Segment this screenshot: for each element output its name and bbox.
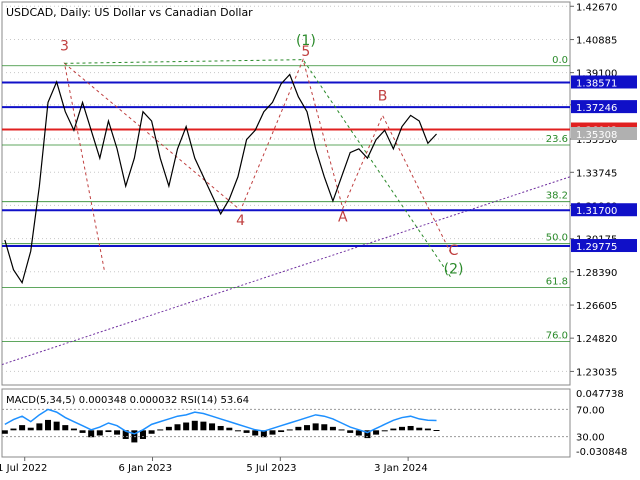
macd-bar-33 <box>286 429 293 431</box>
macd-bar-40 <box>347 430 354 433</box>
macd-bar-12 <box>105 430 112 433</box>
horizontal-levels <box>2 81 570 248</box>
wave-label-3: (1) <box>296 33 316 49</box>
macd-bar-18 <box>157 429 164 431</box>
macd-bar-4 <box>36 423 43 431</box>
badge-1.37246-text: 1.37246 <box>576 103 617 114</box>
indicator-tick-1: 70.00 <box>576 405 605 416</box>
y-tick-label-10: 1.24820 <box>576 334 617 345</box>
wave-label-5: B <box>378 89 388 105</box>
macd-bar-20 <box>174 424 181 431</box>
badge-1.38571-text: 1.38571 <box>576 78 617 89</box>
macd-bar-1 <box>10 428 17 431</box>
indicator-tick-0: 0.047738 <box>576 389 624 400</box>
price-series <box>4 73 437 285</box>
macd-bar-8 <box>70 428 77 431</box>
indicator-label: MACD(5,34,5) 0.000348 0.000032 RSI(14) 5… <box>6 395 249 406</box>
macd-bar-5 <box>45 419 52 431</box>
badge-1.31700-text: 1.31700 <box>576 206 617 217</box>
macd-bar-38 <box>329 426 336 431</box>
macd-bar-0 <box>1 430 8 434</box>
y-tick-label-5: 1.33745 <box>576 168 617 179</box>
wave-label-1: 4 <box>236 213 245 229</box>
fib-label-76.0: 76.0 <box>546 330 568 341</box>
grid <box>2 5 570 372</box>
macd-bar-35 <box>304 425 311 431</box>
macd-bar-50 <box>433 430 440 432</box>
macd-bar-2 <box>19 425 26 431</box>
wave-labels: 345(1)ABC(2) <box>60 33 463 278</box>
macd-bar-23 <box>200 421 207 431</box>
macd-bar-25 <box>217 425 224 431</box>
wave-label-6: C <box>449 243 459 259</box>
x-tick-label-3: 3 Jan 2024 <box>374 463 428 474</box>
indicator-tick-2: 30.00 <box>576 433 605 444</box>
macd-bar-7 <box>62 425 69 431</box>
fib-label-38.2: 38.2 <box>546 191 568 202</box>
macd-bar-49 <box>424 428 431 431</box>
macd-bar-6 <box>53 421 60 431</box>
main-plot-frame <box>1 1 571 386</box>
wave-paths <box>63 58 452 278</box>
indicator-tick-3: -0.030848 <box>576 447 627 458</box>
fib-label-23.6: 23.6 <box>546 134 568 145</box>
macd-bar-47 <box>407 425 414 431</box>
macd-bar-36 <box>312 423 319 431</box>
wave-label-7: (2) <box>444 261 464 277</box>
price-badges: 1.385711.372461.360421.317001.297751.353… <box>571 75 637 253</box>
usdcad-chart: 0.023.638.250.061.876.0 345(1)ABC(2) 1.4… <box>0 1 637 474</box>
y-tick-label-11: 1.23035 <box>576 367 617 378</box>
macd-bar-9 <box>79 430 86 433</box>
macd-bar-46 <box>398 426 405 431</box>
macd-bar-3 <box>27 427 34 431</box>
badge-1.29775-text: 1.29775 <box>576 242 617 253</box>
chart-title: USDCAD, Daily: US Dollar vs Canadian Dol… <box>6 6 253 19</box>
badge-current-price-text: 1.35308 <box>576 130 617 141</box>
macd-bar-29 <box>252 430 259 436</box>
macd-bar-27 <box>234 430 241 432</box>
macd-bar-43 <box>373 430 380 435</box>
y-tick-label-9: 1.26605 <box>576 301 617 312</box>
y-tick-label-8: 1.28390 <box>576 268 617 279</box>
macd-bar-48 <box>416 427 423 431</box>
macd-bar-26 <box>226 427 233 431</box>
macd-bar-19 <box>165 426 172 431</box>
green-wave-path <box>64 59 452 278</box>
macd-bar-21 <box>183 422 190 431</box>
fib-label-50.0: 50.0 <box>546 233 568 244</box>
macd-bar-22 <box>191 420 198 431</box>
fibonacci-levels: 0.0 23.6 38.2 50.0 61.8 76.0 <box>2 55 570 342</box>
fib-label-0.0: 0.0 <box>552 55 568 66</box>
x-tick-label-0: 11 Jul 2022 <box>0 463 47 474</box>
macd-bar-39 <box>338 429 345 431</box>
macd-bar-34 <box>295 426 302 431</box>
macd-bar-28 <box>243 430 250 433</box>
wave-label-0: 3 <box>60 38 69 54</box>
macd-bar-17 <box>148 430 155 434</box>
macd-bar-32 <box>278 430 285 433</box>
macd-bar-11 <box>96 430 103 436</box>
y-tick-label-0: 1.42670 <box>576 2 617 13</box>
x-tick-label-2: 5 Jul 2023 <box>246 463 296 474</box>
macd-bar-44 <box>381 430 388 432</box>
macd-bar-31 <box>269 430 276 435</box>
macd-bar-24 <box>209 423 216 431</box>
x-tick-label-1: 6 Jan 2023 <box>119 463 173 474</box>
x-axis-ticks: 11 Jul 2022 6 Jan 2023 5 Jul 2023 3 Jan 202… <box>0 457 428 474</box>
y-tick-label-1: 1.40885 <box>576 36 617 47</box>
macd-bar-37 <box>321 424 328 431</box>
macd-bar-13 <box>114 430 121 435</box>
y-axis-ticks: 1.426701.408851.391001.373701.355301.337… <box>570 2 617 378</box>
macd-bar-45 <box>390 428 397 431</box>
fib-label-61.8: 61.8 <box>546 276 568 287</box>
wave-label-4: A <box>338 209 348 225</box>
price-line <box>4 73 437 285</box>
